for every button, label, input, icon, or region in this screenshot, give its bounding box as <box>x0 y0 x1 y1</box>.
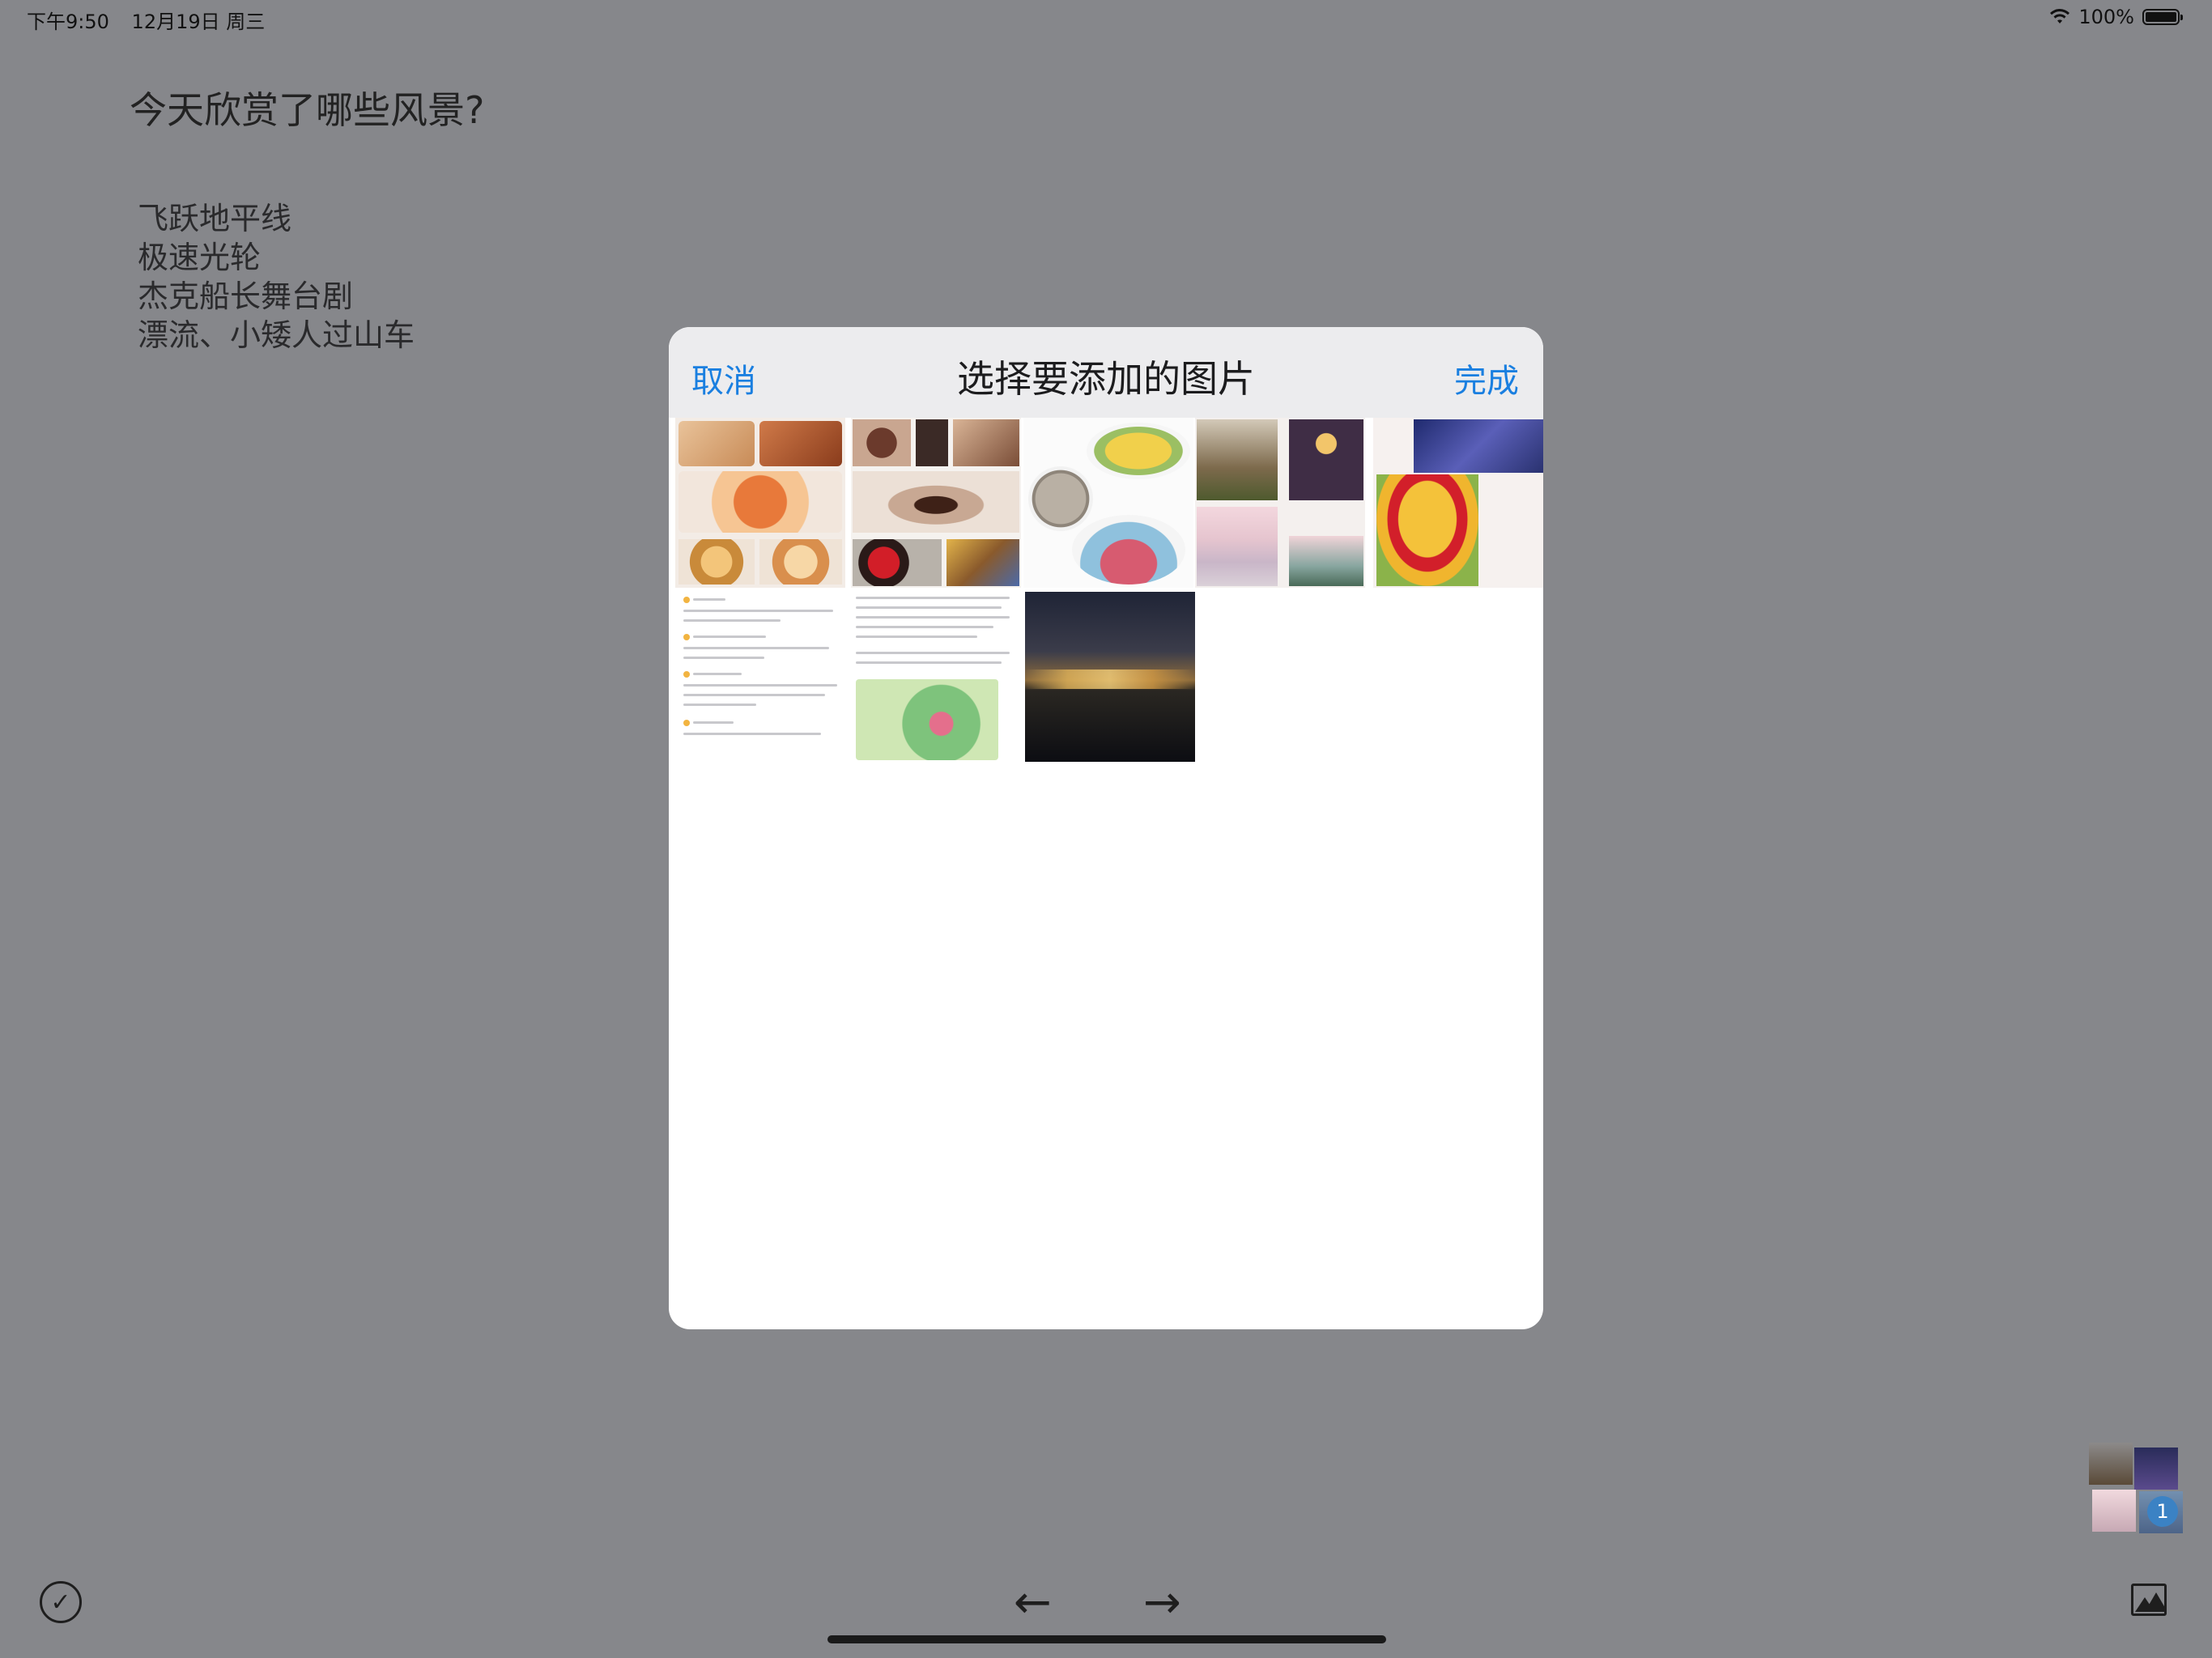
photo-thumbnail[interactable] <box>1373 418 1543 588</box>
status-bar-right: 100% <box>2049 6 2183 28</box>
modal-header: 取消 选择要添加的图片 完成 <box>669 327 1543 418</box>
done-button[interactable]: 完成 <box>1454 355 1519 402</box>
status-time: 下午9:50 <box>27 11 109 33</box>
photo-thumbnail[interactable] <box>1023 418 1193 588</box>
photo-grid <box>669 418 1543 766</box>
journal-prompt: 今天欣赏了哪些风景? <box>130 88 485 132</box>
journal-entry: 极速光轮 <box>138 240 262 275</box>
forward-arrow-icon[interactable]: → <box>1143 1580 1181 1626</box>
photo-thumbnail[interactable] <box>675 592 845 762</box>
status-bar-left: 下午9:50 12月19日 周三 <box>27 6 281 34</box>
selected-photos-stack[interactable]: 1 <box>2089 1443 2183 1533</box>
photo-thumbnail[interactable] <box>675 418 845 588</box>
wifi-icon <box>2050 9 2070 23</box>
modal-title: 选择要添加的图片 <box>957 357 1255 401</box>
photo-library-icon[interactable] <box>2131 1584 2167 1616</box>
journal-entry: 杰克船长舞台剧 <box>138 278 354 314</box>
journal-entries[interactable]: 飞跃地平线 极速光轮 杰克船长舞台剧 漂流、小矮人过山车 <box>138 199 415 355</box>
photo-thumbnail[interactable] <box>851 418 1021 588</box>
photo-thumbnail[interactable] <box>851 592 1021 762</box>
home-indicator[interactable] <box>827 1635 1386 1643</box>
journal-entry: 漂流、小矮人过山车 <box>138 317 415 353</box>
status-date: 12月19日 周三 <box>131 11 266 33</box>
battery-icon <box>2142 9 2183 25</box>
selected-count-badge: 1 <box>2147 1496 2178 1527</box>
photo-thumbnail[interactable] <box>1025 592 1195 762</box>
photo-thumbnail[interactable] <box>1195 418 1365 588</box>
battery-percent: 100% <box>2078 6 2134 28</box>
checkmark-icon[interactable]: ✓ <box>40 1581 82 1623</box>
back-arrow-icon[interactable]: ← <box>1014 1580 1052 1626</box>
image-picker-modal: 取消 选择要添加的图片 完成 <box>669 327 1543 1329</box>
journal-entry: 飞跃地平线 <box>138 201 292 236</box>
